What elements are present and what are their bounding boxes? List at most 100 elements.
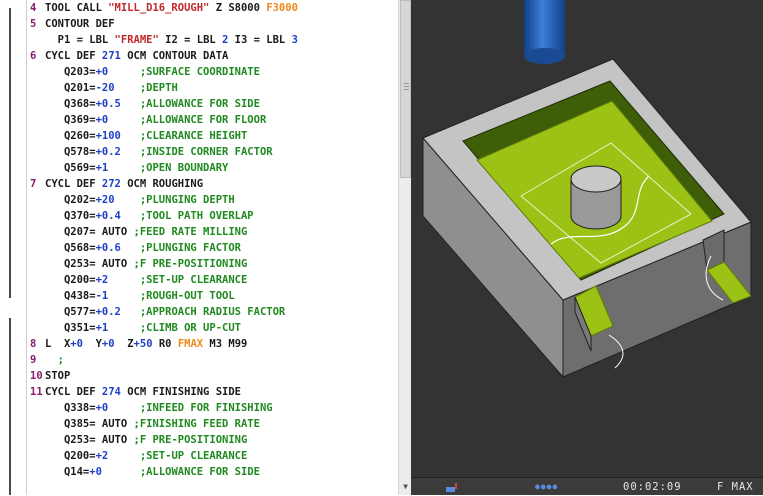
code-token: ;F PRE-POSITIONING bbox=[133, 434, 248, 446]
grip-line bbox=[404, 83, 409, 84]
code-token: ;F PRE-POSITIONING bbox=[133, 258, 248, 270]
code-token: +0 bbox=[95, 114, 109, 126]
editor-scrollbar[interactable]: ▼ bbox=[398, 0, 412, 495]
left-edge-strip bbox=[0, 0, 26, 495]
code-token: ;SURFACE COORDINATE bbox=[108, 66, 260, 78]
nc-code: Q201=-20 ;DEPTH bbox=[45, 81, 178, 96]
code-token: R0 bbox=[152, 338, 178, 350]
code-token: +0 bbox=[89, 466, 102, 478]
code-token: ;ALLOWANCE FOR SIDE bbox=[101, 466, 260, 478]
nc-code: CYCL DEF 274 OCM FINISHING SIDE bbox=[45, 385, 241, 400]
line-number: 10 bbox=[30, 370, 43, 382]
code-token: 274 bbox=[101, 386, 121, 398]
code-token: Q369= bbox=[45, 114, 96, 126]
code-token: CONTOUR DEF bbox=[45, 18, 115, 30]
scrollbar-thumb[interactable] bbox=[400, 0, 411, 178]
code-token: +1 bbox=[95, 162, 109, 174]
code-token: Q385= AUTO bbox=[45, 418, 134, 430]
code-token: Q568= bbox=[45, 242, 96, 254]
code-token: -20 bbox=[95, 82, 115, 94]
nc-code: STOP bbox=[45, 369, 70, 384]
line-number: 9 bbox=[30, 354, 37, 366]
code-token: +0 bbox=[70, 338, 83, 350]
nc-code: Q568=+0.6 ;PLUNGING FACTOR bbox=[45, 241, 241, 256]
nc-code: CONTOUR DEF bbox=[45, 17, 115, 32]
code-token: Q201= bbox=[45, 82, 96, 94]
nc-code: Q385= AUTO ;FINISHING FEED RATE bbox=[45, 417, 260, 432]
nc-code: Q369=+0 ;ALLOWANCE FOR FLOOR bbox=[45, 113, 266, 128]
nc-code: L X+0 Y+0 Z+50 R0 FMAX M3 M99 bbox=[45, 337, 247, 352]
code-token: +0 bbox=[95, 66, 109, 78]
nc-program-editor[interactable]: 4 TOOL CALL "MILL_D16_ROUGH" Z S8000 F300… bbox=[26, 0, 400, 495]
code-token: OCM ROUGHING bbox=[120, 178, 204, 190]
nc-code: CYCL DEF 271 OCM CONTOUR DATA bbox=[45, 49, 228, 64]
nc-code: TOOL CALL "MILL_D16_ROUGH" Z S8000 F3000 bbox=[45, 1, 298, 16]
code-token: "MILL_D16_ROUGH" bbox=[108, 2, 210, 14]
code-token: +0.2 bbox=[95, 146, 121, 158]
code-token: "FRAME" bbox=[114, 34, 159, 46]
code-token: ;PLUNGING FACTOR bbox=[120, 242, 241, 254]
code-token: +0 bbox=[101, 338, 115, 350]
nc-code: P1 = LBL "FRAME" I2 = LBL 2 I3 = LBL 3 bbox=[45, 33, 298, 48]
nc-code: Q351=+1 ;CLIMB OR UP-CUT bbox=[45, 321, 241, 336]
code-token: TOOL CALL bbox=[45, 2, 109, 14]
code-token: Q370= bbox=[45, 210, 96, 222]
code-token: Q14= bbox=[45, 466, 90, 478]
code-token: Q577= bbox=[45, 306, 96, 318]
code-token: Y bbox=[82, 338, 102, 350]
simulation-status-bar: ●●●● 00:02:09 F MAX bbox=[411, 477, 763, 495]
nc-code: Q200=+2 ;SET-UP CLEARANCE bbox=[45, 273, 247, 288]
grip-line bbox=[404, 86, 409, 87]
simulation-viewport[interactable] bbox=[411, 0, 763, 477]
code-token: L X bbox=[45, 338, 71, 350]
nc-code: Q253= AUTO ;F PRE-POSITIONING bbox=[45, 433, 247, 448]
line-number: 5 bbox=[30, 18, 37, 30]
nc-code: Q577=+0.2 ;APPROACH RADIUS FACTOR bbox=[45, 305, 285, 320]
code-token: Q338= bbox=[45, 402, 96, 414]
code-token: ;OPEN BOUNDARY bbox=[108, 162, 229, 174]
code-token: OCM CONTOUR DATA bbox=[120, 50, 229, 62]
code-token: 3 bbox=[291, 34, 298, 46]
code-token: ;SET-UP CLEARANCE bbox=[108, 450, 248, 462]
line-number: 11 bbox=[30, 386, 43, 398]
code-token: I3 = LBL bbox=[228, 34, 292, 46]
code-token: Q569= bbox=[45, 162, 96, 174]
code-token: CYCL DEF bbox=[45, 386, 102, 398]
nc-code: CYCL DEF 272 OCM ROUGHING bbox=[45, 177, 203, 192]
code-token: Q200= bbox=[45, 450, 96, 462]
code-token: Q202= bbox=[45, 194, 96, 206]
line-number: 8 bbox=[30, 338, 37, 350]
code-token: I2 = LBL bbox=[158, 34, 223, 46]
code-token: FMAX bbox=[177, 338, 204, 350]
code-token: OCM FINISHING SIDE bbox=[120, 386, 241, 398]
nc-code: Q578=+0.2 ;INSIDE CORNER FACTOR bbox=[45, 145, 273, 160]
code-token: 271 bbox=[101, 50, 121, 62]
code-token: +0.6 bbox=[95, 242, 121, 254]
line-number: 7 bbox=[30, 178, 37, 190]
milling-tool-icon bbox=[524, 0, 565, 56]
nc-code: Q14=+0 ;ALLOWANCE FOR SIDE bbox=[45, 465, 260, 480]
code-token: ;FINISHING FEED RATE bbox=[133, 418, 260, 430]
code-token: ;INSIDE CORNER FACTOR bbox=[120, 146, 273, 158]
code-token: ;APPROACH RADIUS FACTOR bbox=[120, 306, 286, 318]
line-number: 4 bbox=[30, 2, 37, 14]
island-cylinder-top bbox=[570, 165, 622, 193]
code-token: -1 bbox=[95, 290, 109, 302]
nc-code: Q253= AUTO ;F PRE-POSITIONING bbox=[45, 257, 247, 272]
code-token: ;DEPTH bbox=[114, 82, 178, 94]
code-token: Z bbox=[114, 338, 134, 350]
code-token: Q260= bbox=[45, 130, 96, 142]
line-number: 6 bbox=[30, 50, 37, 62]
code-token: ;FEED RATE MILLING bbox=[133, 226, 248, 238]
code-token: ;SET-UP CLEARANCE bbox=[108, 274, 248, 286]
milling-tool-tip bbox=[524, 48, 565, 64]
code-token: CYCL DEF bbox=[45, 178, 102, 190]
code-token: +2 bbox=[95, 274, 109, 286]
tool-simulation-icon[interactable] bbox=[445, 481, 461, 493]
code-token: Q438= bbox=[45, 290, 96, 302]
code-token: P1 = LBL bbox=[45, 34, 115, 46]
code-token: Z S8000 bbox=[209, 2, 267, 14]
code-token: +50 bbox=[133, 338, 153, 350]
progress-dots: ●●●● bbox=[535, 482, 559, 491]
nc-code: Q438=-1 ;ROUGH-OUT TOOL bbox=[45, 289, 235, 304]
